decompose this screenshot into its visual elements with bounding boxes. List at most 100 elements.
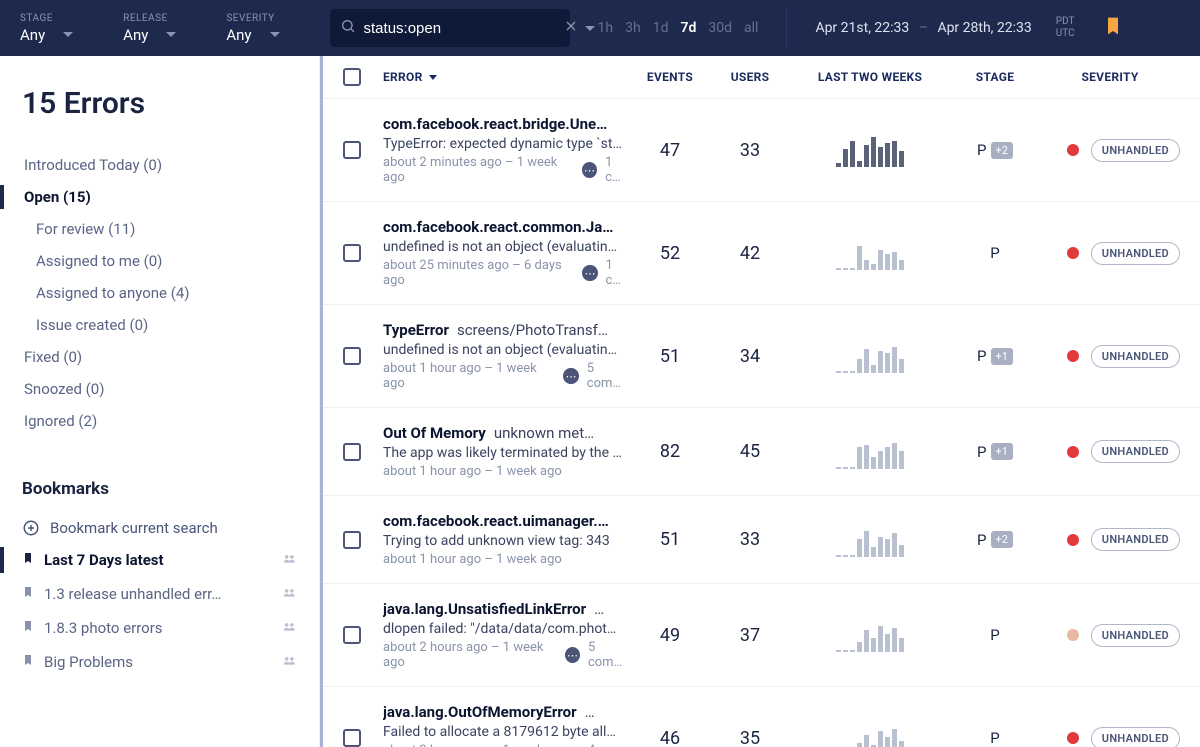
error-row[interactable]: java.lang.OutOfMemoryError…Failed to all… xyxy=(323,687,1200,747)
error-title: com.facebook.react.uimanager.… xyxy=(383,512,630,530)
error-meta: about 2 minutes ago – 1 week ago1 c… xyxy=(383,155,630,185)
filter-severity-value: Any xyxy=(226,26,251,44)
users-count: 42 xyxy=(710,243,790,264)
bookmark-label: 1.3 release unhandled err… xyxy=(44,585,271,603)
stage-badge: +2 xyxy=(991,531,1013,548)
filter-severity[interactable]: SEVERITY Any xyxy=(226,13,279,44)
error-row[interactable]: TypeErrorscreens/PhotoTransf…undefined i… xyxy=(323,305,1200,408)
error-row[interactable]: Out Of Memoryunknown met…The app was lik… xyxy=(323,408,1200,496)
filter-severity-label: SEVERITY xyxy=(226,13,279,24)
bookmark-label: Last 7 Days latest xyxy=(44,551,271,569)
sidebar-item[interactable]: Assigned to anyone (4) xyxy=(22,277,297,309)
col-events[interactable]: EVENTS xyxy=(630,70,710,84)
row-checkbox[interactable] xyxy=(343,729,361,747)
bookmark-item[interactable]: Last 7 Days latest xyxy=(22,543,297,577)
error-row[interactable]: com.facebook.react.common.Ja…undefined i… xyxy=(323,202,1200,305)
error-main: java.lang.UnsatisfiedLinkError…dlopen fa… xyxy=(383,600,630,670)
severity-cell: UNHANDLED xyxy=(1040,727,1180,747)
share-icon[interactable] xyxy=(281,619,297,637)
clear-icon[interactable] xyxy=(563,18,579,38)
severity-cell: UNHANDLED xyxy=(1040,242,1180,265)
time-range-picker: 1h 3h 1d 7d 30d all xyxy=(598,20,759,36)
share-icon[interactable] xyxy=(281,653,297,671)
error-main: com.facebook.react.common.Ja…undefined i… xyxy=(383,218,630,288)
sparkline xyxy=(790,236,950,270)
col-error[interactable]: ERROR xyxy=(383,70,630,84)
sidebar-item[interactable]: Snoozed (0) xyxy=(22,373,297,405)
stage-badge: +1 xyxy=(991,348,1013,365)
time-range-7d[interactable]: 7d xyxy=(680,20,696,36)
sidebar-item[interactable]: Issue created (0) xyxy=(22,309,297,341)
severity-dot xyxy=(1067,446,1079,458)
error-message: undefined is not an object (evaluatin… xyxy=(383,342,630,358)
error-main: Out Of Memoryunknown met…The app was lik… xyxy=(383,424,630,479)
time-range-30d[interactable]: 30d xyxy=(708,20,732,36)
severity-pill: UNHANDLED xyxy=(1091,345,1180,368)
col-sparkline[interactable]: LAST TWO WEEKS xyxy=(790,70,950,84)
search-input[interactable] xyxy=(364,20,563,37)
row-checkbox[interactable] xyxy=(343,244,361,262)
row-checkbox[interactable] xyxy=(343,531,361,549)
stage-cell: P+1 xyxy=(950,347,1040,365)
search-dropdown-icon[interactable] xyxy=(585,26,595,31)
bookmark-item[interactable]: 1.8.3 photo errors xyxy=(22,611,297,645)
add-bookmark[interactable]: Bookmark current search xyxy=(22,513,297,543)
time-range-3h[interactable]: 3h xyxy=(625,20,641,36)
date-to: Apr 28th, 22:33 xyxy=(937,20,1031,36)
error-main: TypeErrorscreens/PhotoTransf…undefined i… xyxy=(383,321,630,391)
error-row[interactable]: java.lang.UnsatisfiedLinkError…dlopen fa… xyxy=(323,584,1200,687)
tz-top: PDT xyxy=(1056,16,1075,28)
error-meta: about 3 hours ago – 1 week ago4 com… xyxy=(383,743,630,747)
users-count: 45 xyxy=(710,441,790,462)
bookmark-label: Big Problems xyxy=(44,653,271,671)
events-count: 51 xyxy=(630,529,710,550)
col-severity[interactable]: SEVERITY xyxy=(1040,70,1180,84)
error-title: java.lang.OutOfMemoryError… xyxy=(383,703,630,721)
time-range-all[interactable]: all xyxy=(744,20,758,36)
timezone[interactable]: PDT UTC xyxy=(1056,16,1075,40)
error-row[interactable]: com.facebook.react.uimanager.…Trying to … xyxy=(323,496,1200,584)
bookmark-item[interactable]: Big Problems xyxy=(22,645,297,679)
sidebar-item[interactable]: Ignored (2) xyxy=(22,405,297,437)
sidebar: 15 Errors Introduced Today (0)Open (15)F… xyxy=(0,56,320,747)
time-range-1d[interactable]: 1d xyxy=(653,20,669,36)
error-meta: about 2 hours ago – 1 week ago5 com… xyxy=(383,640,630,670)
severity-pill: UNHANDLED xyxy=(1091,727,1180,747)
severity-dot xyxy=(1067,629,1079,641)
row-checkbox[interactable] xyxy=(343,347,361,365)
stage-cell: P+2 xyxy=(950,141,1040,159)
filter-release-value: Any xyxy=(123,26,148,44)
row-checkbox[interactable] xyxy=(343,626,361,644)
error-main: com.facebook.react.uimanager.…Trying to … xyxy=(383,512,630,567)
caret-down-icon xyxy=(63,32,73,37)
bookmark-item[interactable]: 1.3 release unhandled err… xyxy=(22,577,297,611)
filter-stage-value: Any xyxy=(20,26,45,44)
row-checkbox[interactable] xyxy=(343,443,361,461)
sidebar-item[interactable]: Open (15) xyxy=(22,181,297,213)
share-icon[interactable] xyxy=(281,585,297,603)
tz-bottom: UTC xyxy=(1056,28,1075,40)
sparkline xyxy=(790,133,950,167)
sidebar-item[interactable]: Fixed (0) xyxy=(22,341,297,373)
col-users[interactable]: USERS xyxy=(710,70,790,84)
share-icon[interactable] xyxy=(281,551,297,569)
select-all-checkbox[interactable] xyxy=(343,68,361,86)
date-from: Apr 21st, 22:33 xyxy=(815,20,909,36)
filter-release[interactable]: RELEASE Any xyxy=(123,13,176,44)
bookmark-icon[interactable] xyxy=(1103,16,1123,40)
error-row[interactable]: com.facebook.react.bridge.Une…TypeError:… xyxy=(323,99,1200,202)
sidebar-item[interactable]: Assigned to me (0) xyxy=(22,245,297,277)
date-range[interactable]: Apr 21st, 22:33 – Apr 28th, 22:33 xyxy=(815,20,1031,36)
time-range-1h[interactable]: 1h xyxy=(598,20,614,36)
severity-pill: UNHANDLED xyxy=(1091,242,1180,265)
row-checkbox[interactable] xyxy=(343,141,361,159)
severity-dot xyxy=(1067,350,1079,362)
sidebar-item[interactable]: For review (11) xyxy=(22,213,297,245)
bookmark-icon xyxy=(22,585,34,603)
severity-dot xyxy=(1067,732,1079,744)
col-stage[interactable]: STAGE xyxy=(950,70,1040,84)
search-box[interactable] xyxy=(330,9,570,47)
filter-stage[interactable]: STAGE Any xyxy=(20,13,73,44)
more-icon xyxy=(565,647,580,663)
sidebar-item[interactable]: Introduced Today (0) xyxy=(22,149,297,181)
